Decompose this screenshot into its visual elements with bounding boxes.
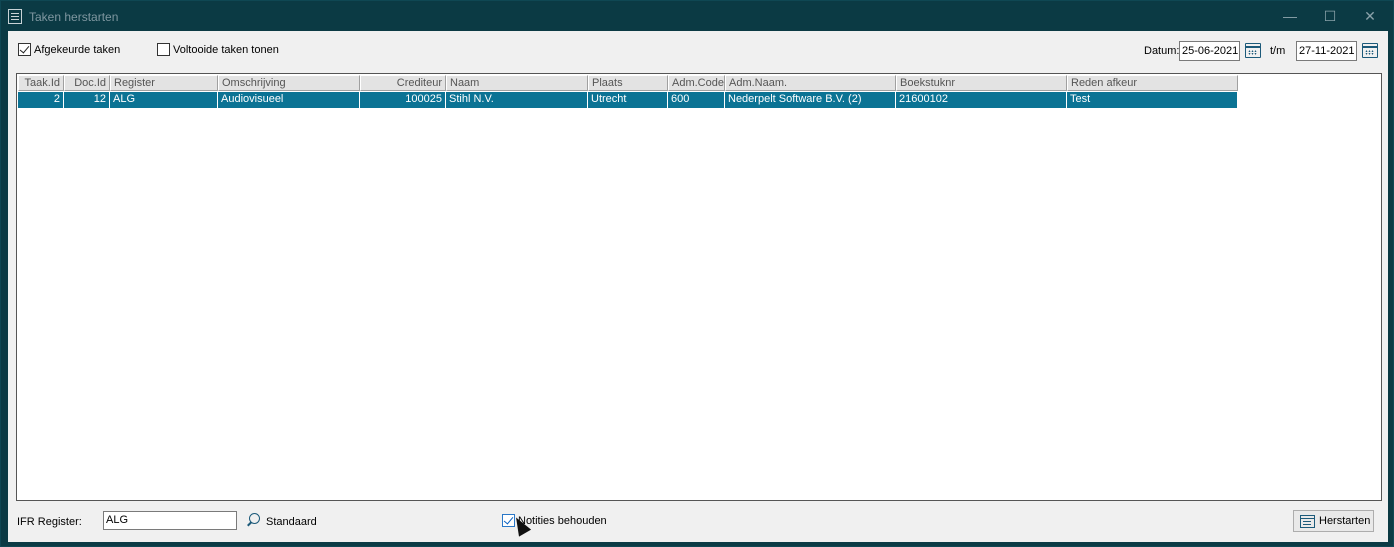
cell-crediteur: 100025 <box>360 92 446 108</box>
title-bar[interactable]: Taken herstarten — ☐ ✕ <box>1 1 1393 31</box>
restart-list-icon <box>1300 514 1315 528</box>
notities-behouden-label[interactable]: Notities behouden <box>518 515 607 527</box>
herstarten-button-label: Herstarten <box>1319 515 1371 527</box>
cell-taak-id: 2 <box>18 92 64 108</box>
column-header-reden-afkeur[interactable]: Reden afkeur <box>1067 75 1238 91</box>
datum-to-input[interactable]: 27-11-2021 <box>1296 41 1357 61</box>
cell-plaats: Utrecht <box>588 92 668 108</box>
datum-from-input[interactable]: 25-06-2021 <box>1179 41 1240 61</box>
column-header-naam[interactable]: Naam <box>446 75 588 91</box>
column-header-taak-id[interactable]: Taak.Id <box>18 75 64 91</box>
column-header-plaats[interactable]: Plaats <box>588 75 668 91</box>
column-header-doc-id[interactable]: Doc.Id <box>64 75 110 91</box>
cell-adm-naam: Nederpelt Software B.V. (2) <box>725 92 896 108</box>
voltooide-taken-label[interactable]: Voltooide taken tonen <box>173 44 279 56</box>
calendar-to-icon[interactable] <box>1362 43 1378 58</box>
cell-boekstuknr: 21600102 <box>896 92 1067 108</box>
ifr-register-input[interactable]: ALG <box>103 511 237 530</box>
taken-grid[interactable]: Taak.Id Doc.Id Register Omschrijving Credite… <box>16 73 1382 501</box>
column-header-register[interactable]: Register <box>110 75 218 91</box>
cell-register: ALG <box>110 92 218 108</box>
voltooide-taken-checkbox[interactable] <box>157 43 170 56</box>
ifr-register-label: IFR Register: <box>17 516 82 528</box>
table-row[interactable]: 2 12 ALG Audiovisueel 100025 Stihl N.V. Utrech… <box>18 92 1238 108</box>
standaard-label[interactable]: Standaard <box>266 516 317 528</box>
herstarten-button[interactable]: Herstarten <box>1293 510 1374 532</box>
cell-doc-id: 12 <box>64 92 110 108</box>
document-list-icon <box>8 9 22 24</box>
column-header-adm-naam[interactable]: Adm.Naam. <box>725 75 896 91</box>
afgekeurde-taken-label[interactable]: Afgekeurde taken <box>34 44 120 56</box>
cell-naam: Stihl N.V. <box>446 92 588 108</box>
column-header-boekstuknr[interactable]: Boekstuknr <box>896 75 1067 91</box>
column-header-crediteur[interactable]: Crediteur <box>360 75 446 91</box>
search-icon[interactable] <box>245 512 261 528</box>
column-header-adm-code[interactable]: Adm.Code <box>668 75 725 91</box>
close-button[interactable]: ✕ <box>1347 1 1393 31</box>
client-area: Afgekeurde taken Voltooide taken tonen D… <box>8 31 1388 542</box>
column-header-omschrijving[interactable]: Omschrijving <box>218 75 360 91</box>
calendar-from-icon[interactable] <box>1245 43 1261 58</box>
afgekeurde-taken-checkbox[interactable] <box>18 43 31 56</box>
cell-adm-code: 600 <box>668 92 725 108</box>
datum-label: Datum: <box>1144 45 1180 57</box>
cell-omschrijving: Audiovisueel <box>218 92 360 108</box>
tm-label: t/m <box>1270 45 1286 57</box>
grid-header: Taak.Id Doc.Id Register Omschrijving Credite… <box>18 75 1238 91</box>
window-title: Taken herstarten <box>29 10 119 24</box>
cell-reden-afkeur: Test <box>1067 92 1238 108</box>
taken-herstarten-window: Taken herstarten — ☐ ✕ Afgekeurde taken … <box>0 0 1394 547</box>
